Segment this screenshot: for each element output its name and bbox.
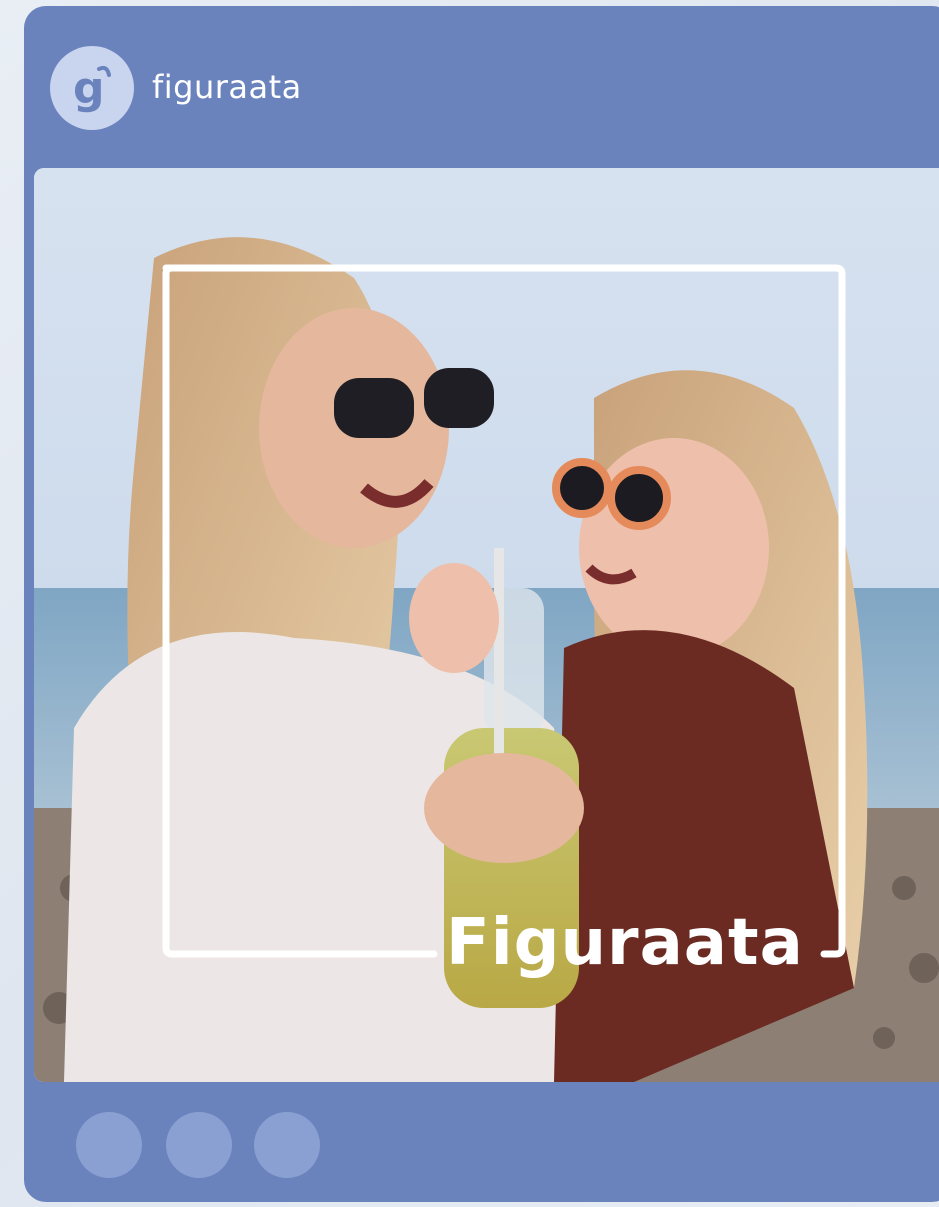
post-footer <box>24 1082 939 1202</box>
avatar[interactable]: g <box>50 46 134 130</box>
post-header: g figuraata <box>24 6 939 166</box>
post-photo[interactable]: Figuraata <box>34 168 939 1082</box>
post-card: g figuraata Figuraata <box>24 6 939 1202</box>
action-dot-2[interactable] <box>166 1112 232 1178</box>
action-dot-1[interactable] <box>76 1112 142 1178</box>
account-username[interactable]: figuraata <box>152 68 302 106</box>
action-dot-3[interactable] <box>254 1112 320 1178</box>
image-watermark: Figuraata <box>446 906 804 980</box>
figuraata-g-logo-icon: g <box>73 63 111 114</box>
